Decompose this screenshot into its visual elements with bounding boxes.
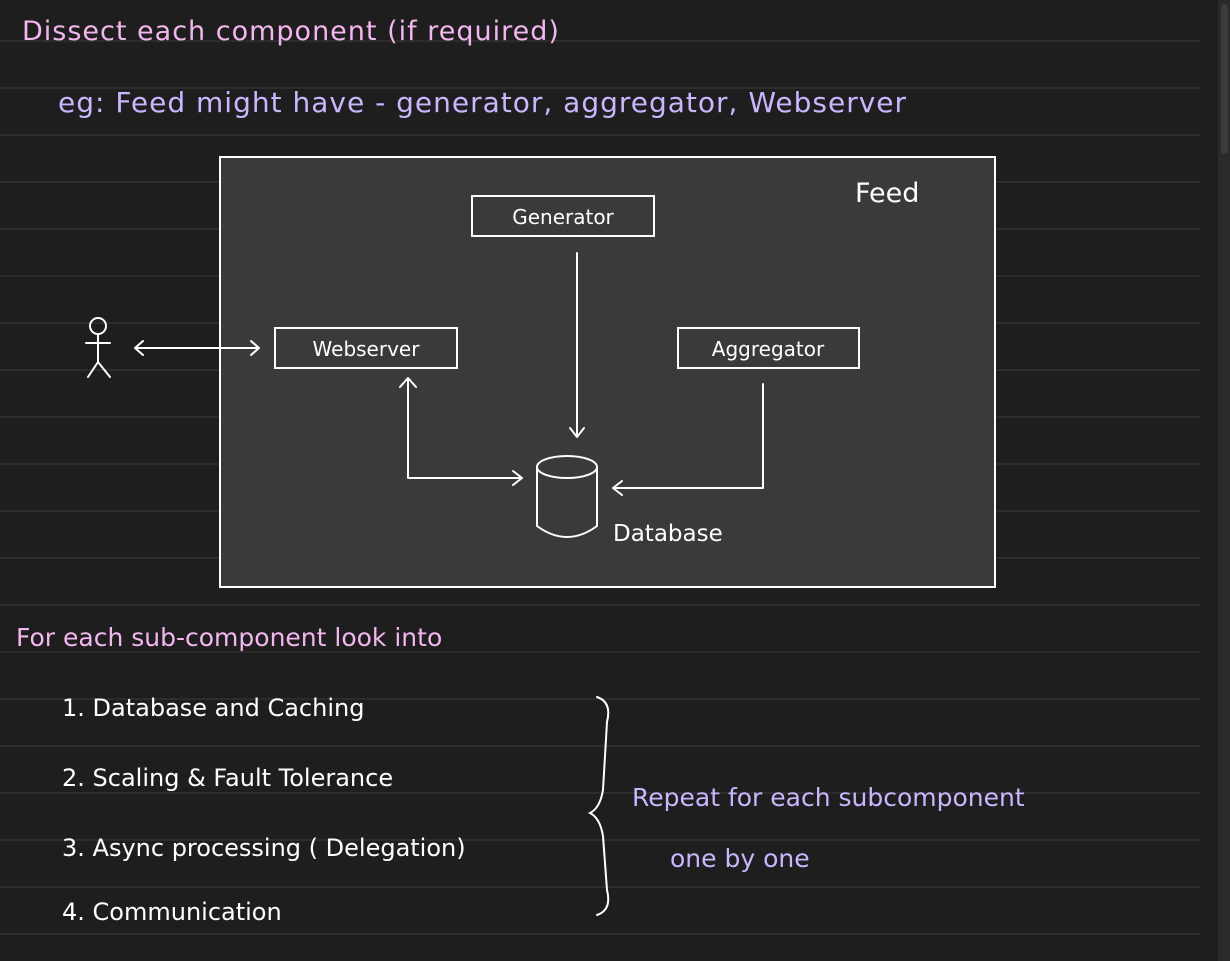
repeat-note-line2: one by one [670,844,810,873]
repeat-note-line1: Repeat for each subcomponent [632,783,1025,812]
notes-page: Dissect each component (if required) eg:… [0,0,1230,961]
webserver-label: Webserver [313,337,421,361]
checklist: 1. Database and Caching 2. Scaling & Faul… [62,694,466,926]
example-text: eg: Feed might have - generator, aggrega… [58,86,907,119]
grouping-brace [587,696,610,916]
feed-container-label: Feed [855,178,919,209]
note-heading: Dissect each component (if required) [22,16,560,47]
checklist-heading: For each sub-component look into [16,623,442,652]
checklist-item: 4. Communication [62,898,282,926]
database-label: Database [613,521,723,547]
scrollbar-thumb[interactable] [1221,4,1228,154]
feed-diagram: Feed Generator Webserver Aggregator Data… [85,156,996,588]
checklist-item: 3. Async processing ( Delegation) [62,834,466,862]
checklist-item: 1. Database and Caching [62,694,364,722]
user-stick-figure-icon [85,317,111,378]
aggregator-label: Aggregator [712,337,825,361]
scrollbar-track[interactable] [1218,0,1230,961]
generator-label: Generator [512,205,614,229]
checklist-item: 2. Scaling & Fault Tolerance [62,764,393,792]
notes-canvas: Dissect each component (if required) eg:… [0,16,1200,935]
